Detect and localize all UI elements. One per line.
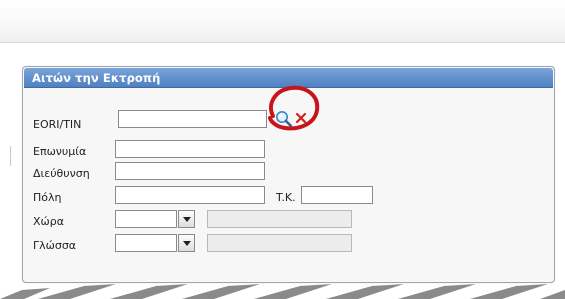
city-label: Πόλη xyxy=(33,191,62,204)
country-dropdown-button[interactable] xyxy=(178,210,195,228)
red-circle-highlight xyxy=(268,85,320,131)
country-description xyxy=(207,210,352,228)
address-label: Διεύθυνση xyxy=(33,167,90,180)
language-select[interactable] xyxy=(115,234,177,252)
top-toolbar-area xyxy=(0,0,565,43)
address-input[interactable] xyxy=(115,162,265,180)
applicant-panel: Αιτών την Εκτροπή EORI/TIN Επωνυμία Διεύ… xyxy=(22,66,555,283)
eori-label: EORI/TIN xyxy=(33,118,82,131)
panel-body: EORI/TIN Επωνυμία Διεύθυνση Πόλη T.K. Χώ… xyxy=(23,85,554,282)
chevron-down-icon xyxy=(183,241,191,246)
language-dropdown-button[interactable] xyxy=(178,234,195,252)
country-select[interactable] xyxy=(115,210,177,228)
language-label: Γλώσσα xyxy=(33,239,77,252)
city-input[interactable] xyxy=(115,186,265,204)
left-edge-divider xyxy=(10,146,11,166)
country-label: Χώρα xyxy=(33,215,64,228)
torn-edge-decoration xyxy=(0,284,565,299)
chevron-down-icon xyxy=(183,217,191,222)
surname-input[interactable] xyxy=(115,140,265,158)
postal-code-input[interactable] xyxy=(301,186,373,204)
eori-input[interactable] xyxy=(118,110,267,128)
panel-title: Αιτών την Εκτροπή xyxy=(32,71,161,85)
language-description xyxy=(207,234,352,252)
clear-x-icon[interactable] xyxy=(295,112,307,124)
postal-code-label: T.K. xyxy=(276,191,296,204)
search-icon[interactable] xyxy=(275,110,293,128)
surname-label: Επωνυμία xyxy=(33,145,87,158)
